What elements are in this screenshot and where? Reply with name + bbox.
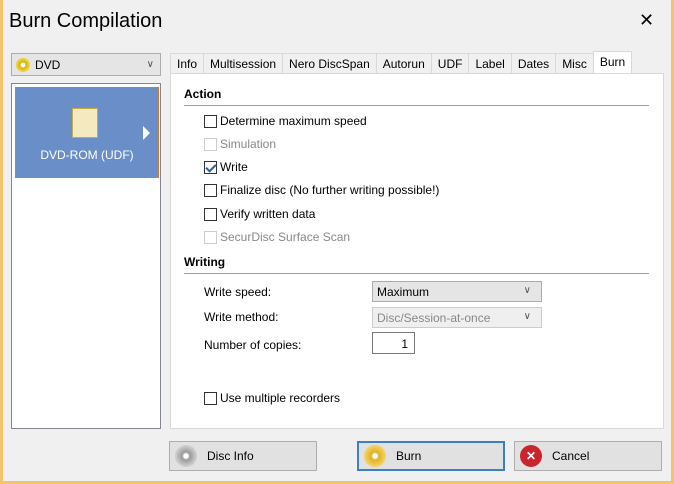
tab-label[interactable]: Label — [468, 53, 512, 73]
copies-input[interactable]: 1 — [372, 332, 415, 354]
burn-icon — [364, 445, 386, 467]
copies-label: Number of copies: — [204, 338, 302, 352]
tab-multisession[interactable]: Multisession — [203, 53, 284, 73]
writing-heading: Writing — [184, 255, 226, 269]
determine-max-speed-checkbox[interactable]: Determine maximum speed — [204, 114, 367, 128]
write-method-select[interactable]: Disc/Session-at-once ∨ — [372, 307, 542, 328]
burn-compilation-dialog: Burn Compilation ✕ DVD ∨ DVD-ROM (UDF) In… — [3, 0, 671, 481]
close-button[interactable]: ✕ — [639, 10, 654, 31]
burn-button[interactable]: Burn — [357, 441, 505, 471]
disc-type-dropdown[interactable]: DVD ∨ — [11, 53, 161, 76]
write-speed-label: Write speed: — [204, 285, 272, 299]
write-method-label: Write method: — [204, 310, 279, 324]
disc-info-icon — [175, 445, 197, 467]
action-heading: Action — [184, 87, 222, 101]
tab-udf[interactable]: UDF — [430, 53, 470, 73]
write-speed-select[interactable]: Maximum ∨ — [372, 281, 542, 302]
window-title: Burn Compilation — [9, 10, 163, 32]
disc-type-value: DVD — [35, 57, 61, 72]
cancel-icon: ✕ — [520, 445, 542, 467]
compilation-item-dvd-rom[interactable]: DVD-ROM (UDF) — [15, 87, 159, 178]
verify-data-checkbox[interactable]: Verify written data — [204, 207, 315, 221]
compilation-label: DVD-ROM (UDF) — [40, 148, 134, 162]
write-checkbox[interactable]: Write — [204, 160, 248, 174]
securdisc-scan-checkbox[interactable]: SecurDisc Surface Scan — [204, 230, 350, 244]
divider — [184, 273, 649, 274]
divider — [184, 105, 649, 106]
finalize-disc-checkbox[interactable]: Finalize disc (No further writing possib… — [204, 183, 439, 197]
tab-burn[interactable]: Burn — [592, 51, 633, 73]
burn-panel: Action Determine maximum speed Simulatio… — [170, 73, 664, 429]
disc-info-button[interactable]: Disc Info — [169, 441, 317, 471]
tab-autorun[interactable]: Autorun — [375, 53, 432, 73]
tab-info[interactable]: Info — [170, 53, 205, 73]
tab-dates[interactable]: Dates — [510, 53, 557, 73]
cancel-button[interactable]: ✕ Cancel — [514, 441, 662, 471]
tab-bar: Info Multisession Nero DiscSpan Autorun … — [170, 51, 633, 73]
multiple-recorders-checkbox[interactable]: Use multiple recorders — [204, 391, 340, 405]
arrow-right-icon — [143, 126, 150, 140]
tab-nero-discspan[interactable]: Nero DiscSpan — [282, 53, 377, 73]
simulation-checkbox[interactable]: Simulation — [204, 137, 276, 151]
chevron-down-icon: ∨ — [146, 59, 154, 70]
compilation-list: DVD-ROM (UDF) — [11, 83, 161, 429]
disc-icon — [16, 57, 30, 72]
tab-misc[interactable]: Misc — [555, 53, 594, 73]
dvd-rom-icon — [72, 108, 98, 138]
